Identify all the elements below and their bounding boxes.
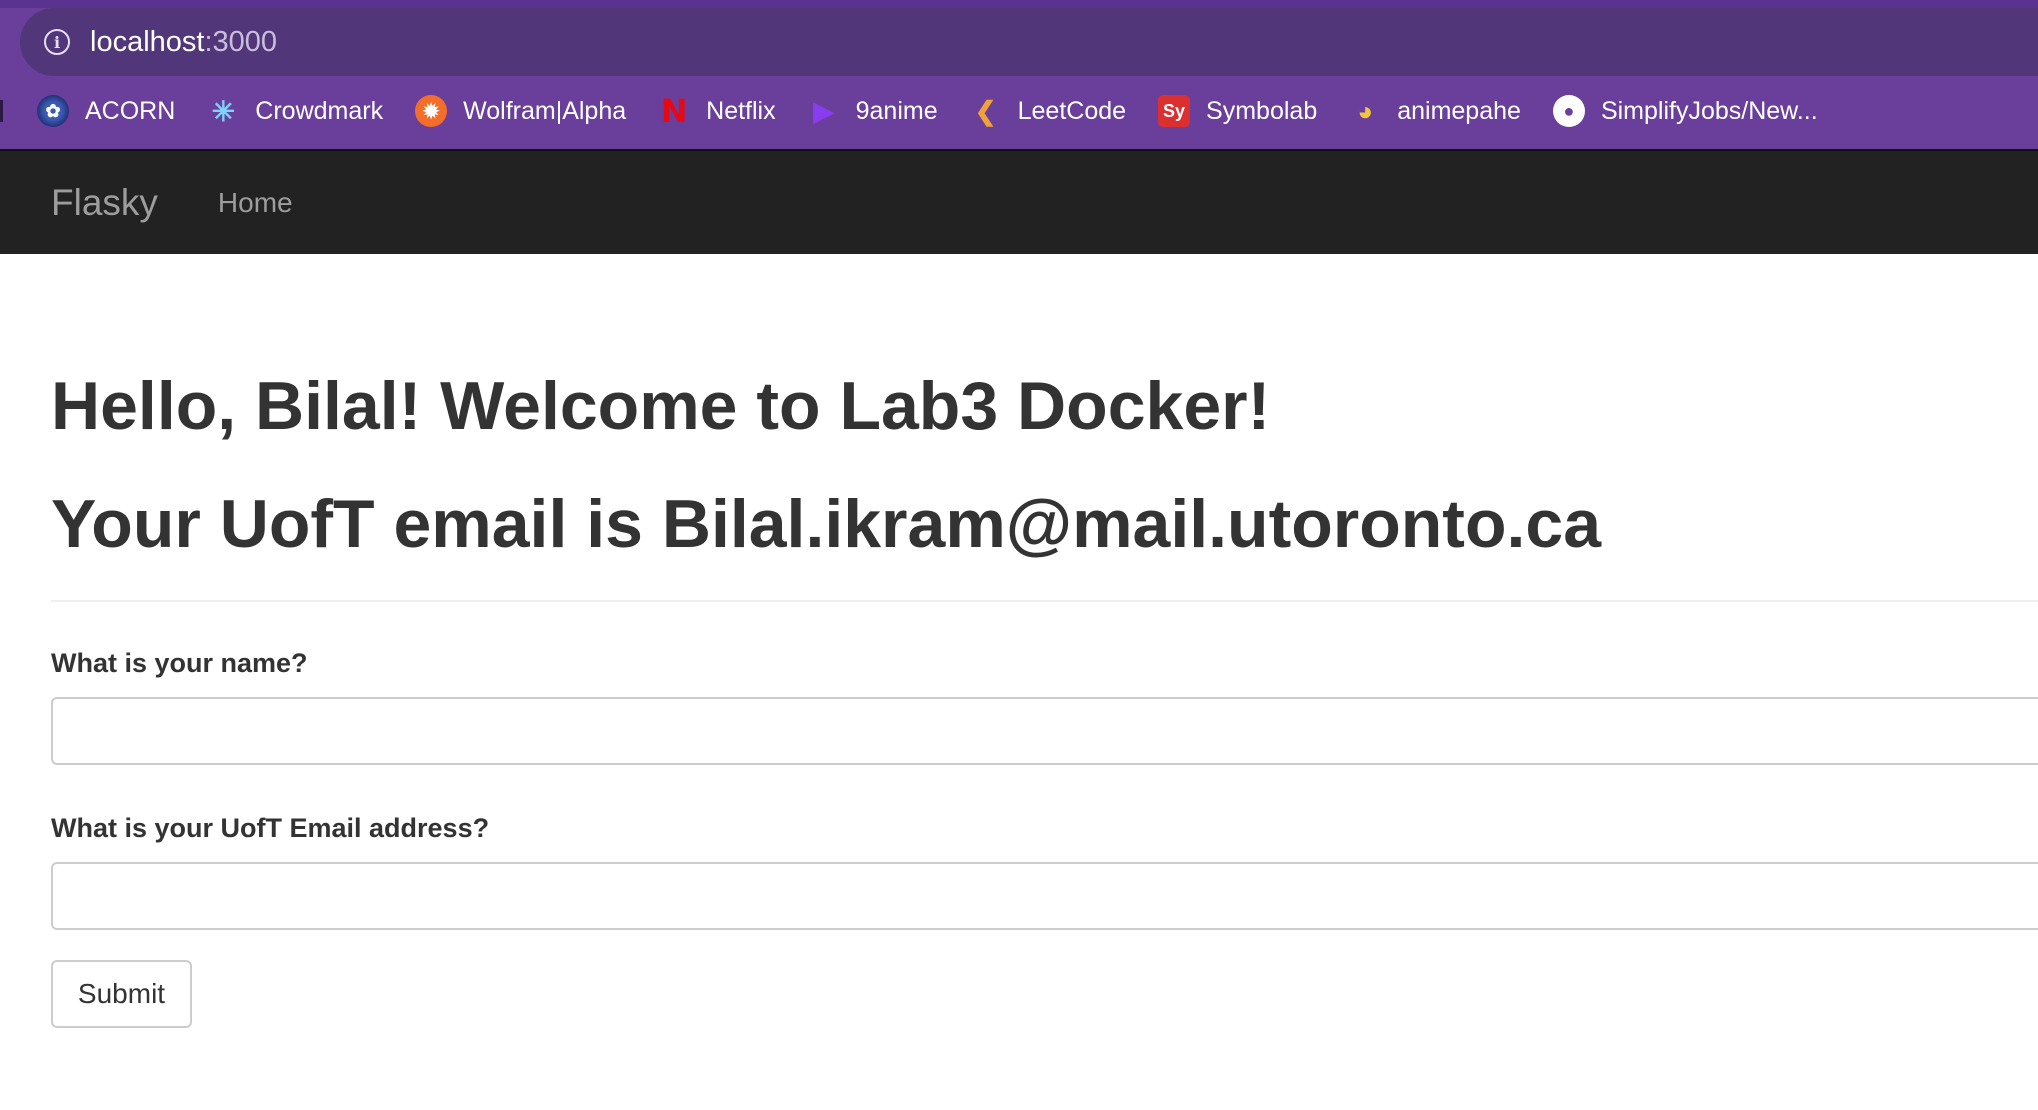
bookmark-acorn[interactable]: ✿ ACORN [37, 95, 175, 127]
address-bar[interactable]: i localhost:3000 [20, 8, 2038, 76]
info-icon[interactable]: i [44, 29, 70, 55]
bookmark-crowdmark[interactable]: ✳ Crowdmark [207, 95, 384, 127]
url-port: :3000 [204, 25, 278, 58]
name-input[interactable] [51, 697, 2038, 765]
9anime-icon: ▶ [813, 95, 834, 126]
crowdmark-icon: ✳ [211, 95, 236, 127]
greeting-heading: Hello, Bilal! Welcome to Lab3 Docker! [51, 368, 1271, 444]
bookmark-label: animepahe [1397, 96, 1521, 125]
user-form: What is your name? What is your UofT Ema… [51, 648, 2038, 1028]
main-content: Hello, Bilal! Welcome to Lab3 Docker! Yo… [51, 254, 2038, 1028]
divider [51, 600, 2038, 602]
bookmark-netflix[interactable]: N Netflix [658, 92, 776, 130]
wolframalpha-icon: ✹ [415, 95, 448, 127]
bookmark-label: Netflix [706, 96, 776, 125]
bookmark-label: Crowdmark [255, 96, 384, 125]
browser-chrome: i localhost:3000 ✿ ACORN ✳ Crowdmark ✹ W… [0, 0, 2038, 149]
bookmark-label: Symbolab [1206, 96, 1318, 125]
url-host: localhost [90, 25, 205, 58]
symbolab-icon: Sy [1158, 95, 1191, 127]
site-navbar: Flasky Home [0, 149, 2038, 254]
bookmark-label: LeetCode [1017, 96, 1127, 125]
email-heading: Your UofT email is Bilal.ikram@mail.utor… [51, 486, 1602, 562]
bookmark-leetcode[interactable]: ❮ LeetCode [970, 95, 1126, 127]
bookmark-label: Wolfram|Alpha [463, 96, 627, 125]
bookmark-simplifyjobs[interactable]: ● SimplifyJobs/New... [1552, 95, 1818, 127]
bookmark-wolframalpha[interactable]: ✹ Wolfram|Alpha [415, 95, 626, 127]
acorn-icon: ✿ [37, 95, 69, 127]
bookmark-label: 9anime [855, 96, 938, 125]
bookmarks-bar: ✿ ACORN ✳ Crowdmark ✹ Wolfram|Alpha N Ne… [0, 88, 2038, 134]
bookmark-symbolab[interactable]: Sy Symbolab [1158, 95, 1317, 127]
bookmark-label: ACORN [85, 96, 176, 125]
email-label: What is your UofT Email address? [51, 813, 490, 843]
leetcode-icon: ❮ [974, 95, 997, 126]
url-text[interactable]: localhost:3000 [90, 26, 277, 59]
github-icon: ● [1552, 95, 1585, 127]
bookmark-label: SimplifyJobs/New... [1600, 96, 1818, 125]
bookmark-animepahe[interactable]: ◕ animepahe [1349, 95, 1521, 127]
nav-home-link[interactable]: Home [218, 187, 293, 219]
bookmarks-divider [0, 100, 3, 122]
tab-strip [0, 0, 2038, 8]
email-input[interactable] [51, 862, 2038, 930]
submit-button[interactable]: Submit [51, 960, 192, 1028]
netflix-icon: N [660, 92, 688, 130]
name-label: What is your name? [51, 648, 308, 678]
animepahe-icon: ◕ [1357, 95, 1374, 126]
navbar-brand[interactable]: Flasky [51, 182, 158, 224]
bookmark-9anime[interactable]: ▶ 9anime [808, 95, 938, 127]
